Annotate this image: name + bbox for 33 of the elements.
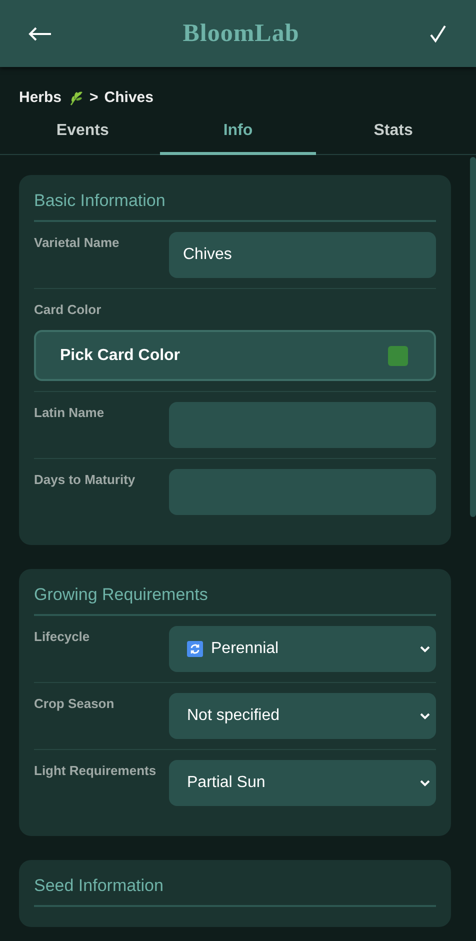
field-label: Lifecycle	[34, 628, 91, 646]
tab[interactable]: Stats	[316, 114, 471, 155]
scrollbar[interactable]	[470, 157, 476, 517]
section-title: Basic Information	[34, 191, 436, 222]
text-field[interactable]: Chives	[169, 232, 436, 278]
select-field[interactable]: Partial Sun	[169, 760, 436, 806]
select-field[interactable]: Not specified	[169, 693, 436, 739]
chevron-down-icon	[420, 646, 430, 652]
tab[interactable]: Events	[5, 114, 160, 155]
herb-leaf-icon	[68, 90, 84, 106]
breadcrumb-link[interactable]: Herbs	[19, 89, 62, 106]
text-field[interactable]	[169, 402, 436, 448]
field-label: Card Color	[34, 301, 102, 317]
field-label: Varietal Name	[34, 234, 120, 252]
save-button[interactable]	[430, 24, 446, 42]
back-button[interactable]	[28, 26, 52, 40]
field-label: Days to Maturity	[34, 471, 136, 489]
tab[interactable]: Info	[160, 114, 316, 155]
arrow-left-icon	[28, 26, 52, 40]
chevron-down-icon	[420, 712, 430, 720]
section-title: Seed Information	[34, 876, 436, 907]
checkmark-icon	[430, 24, 446, 42]
app-title: BloomLab	[182, 20, 300, 48]
chevron-down-icon	[420, 780, 430, 786]
breadcrumb-separator: >	[90, 89, 98, 106]
breadcrumb-current: Chives	[104, 89, 154, 106]
select-field[interactable]: Perennial	[169, 626, 436, 672]
section-title: Growing Requirements	[34, 585, 436, 616]
field-label: Light Requirements	[34, 762, 158, 780]
field-label: Latin Name	[34, 404, 106, 422]
pick-color-button[interactable]: Pick Card Color	[34, 330, 436, 381]
text-field[interactable]	[169, 469, 436, 515]
field-label: Crop Season	[34, 695, 116, 713]
